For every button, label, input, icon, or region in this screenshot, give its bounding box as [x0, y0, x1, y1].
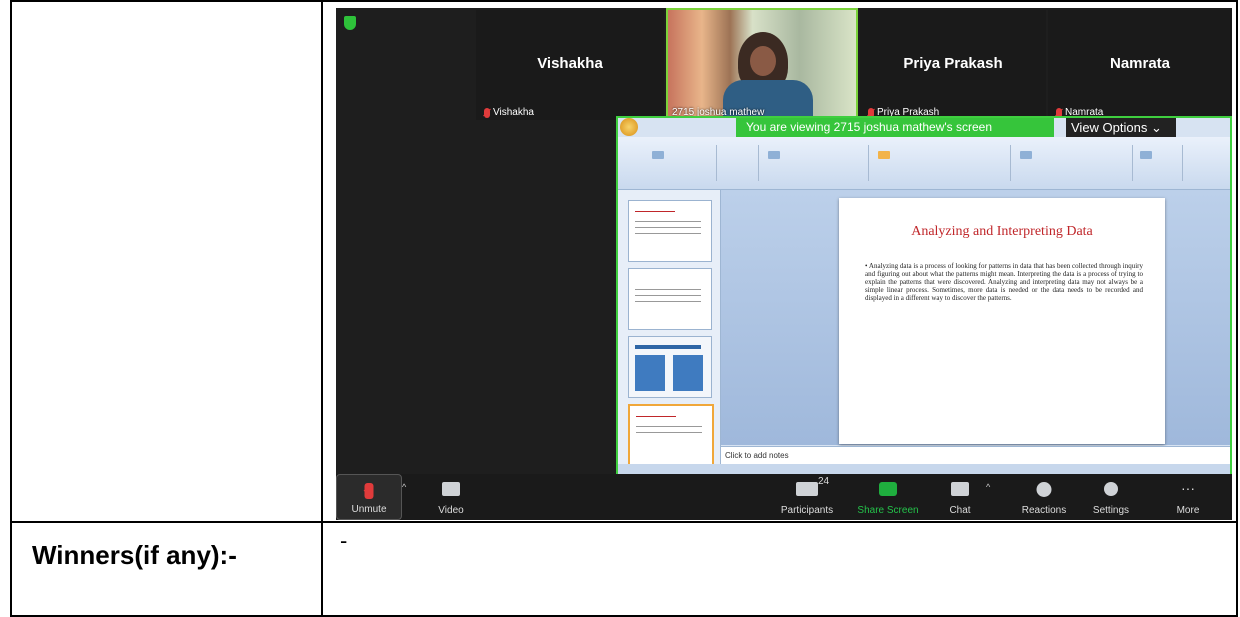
view-options-button[interactable]: View Options ⌄ [1066, 118, 1176, 137]
participants-count: 24 [818, 476, 830, 487]
security-shield-icon [344, 16, 356, 30]
current-slide[interactable]: Analyzing and Interpreting Data • Analyz… [839, 198, 1165, 444]
share-screen-label: Share Screen [857, 505, 919, 516]
paste-icon [652, 151, 664, 159]
settings-button[interactable]: Settings [1086, 474, 1136, 520]
reactions-icon [1036, 482, 1052, 497]
slide-title: Analyzing and Interpreting Data [911, 224, 1093, 239]
powerpoint-ribbon [618, 137, 1230, 190]
share-screen-button[interactable]: Share Screen [852, 474, 924, 520]
font-icon [768, 151, 780, 159]
video-label: Video [438, 505, 464, 516]
more-label: More [1176, 505, 1200, 516]
participant-tag: Vishakha [484, 107, 534, 118]
table-border-divider [321, 0, 323, 617]
participant-name: Vishakha [537, 55, 603, 72]
muted-mic-icon [484, 107, 490, 118]
shared-screen: You are viewing 2715 joshua mathew's scr… [616, 116, 1232, 481]
settings-label: Settings [1092, 505, 1130, 516]
chat-options-caret-icon[interactable]: ^ [986, 482, 990, 492]
shapes-icon [1020, 151, 1032, 159]
unmute-label: Unmute [351, 504, 387, 515]
ribbon-group-paragraph [870, 145, 1011, 181]
slide-thumbnail[interactable] [628, 200, 712, 262]
gear-icon [1104, 482, 1118, 496]
meeting-toolbar: Unmute ^ Video 24 Participants Share Scr… [336, 474, 1232, 520]
ribbon-group-slides [718, 145, 759, 181]
active-speaker-video[interactable]: 2715 joshua mathew [666, 8, 858, 124]
notes-pane[interactable]: Click to add notes [721, 446, 1230, 464]
video-button[interactable]: Video [426, 474, 476, 520]
bullets-icon [878, 151, 890, 159]
participants-icon [796, 482, 818, 496]
slide-thumbnail[interactable] [628, 336, 712, 398]
muted-mic-icon [364, 483, 374, 502]
slide-thumbnails-pane [618, 190, 721, 475]
participant-name: Priya Prakash [903, 55, 1003, 72]
zoom-screenshot: Vishakha Vishakha 2715 joshua mathew Pri… [336, 8, 1232, 520]
more-button[interactable]: ··· More [1166, 474, 1210, 520]
participant-tile-vishakha[interactable]: Vishakha Vishakha [476, 10, 664, 120]
reactions-button[interactable]: Reactions [1016, 474, 1072, 520]
office-button-icon[interactable] [620, 118, 638, 136]
video-camera-icon [442, 482, 460, 496]
slide-canvas: Analyzing and Interpreting Data • Analyz… [721, 190, 1230, 445]
slide-body: • Analyzing data is a process of looking… [865, 262, 1143, 302]
find-icon [1140, 151, 1152, 159]
ellipsis-icon: ··· [1181, 480, 1195, 496]
chat-button[interactable]: Chat [940, 474, 980, 520]
audio-options-caret-icon[interactable]: ^ [402, 482, 406, 492]
participant-name: Namrata [1109, 55, 1171, 72]
share-screen-icon [879, 482, 897, 496]
reactions-label: Reactions [1021, 505, 1067, 516]
table-border-left [10, 0, 12, 617]
chat-icon [951, 482, 969, 496]
participant-tile-namrata[interactable]: Namrata Namrata [1048, 10, 1232, 120]
participants-button[interactable]: 24 Participants [774, 474, 840, 520]
participant-tile-priya[interactable]: Priya Prakash Priya Prakash [860, 10, 1046, 120]
participants-label: Participants [780, 505, 834, 516]
slide-thumbnail[interactable] [628, 268, 712, 330]
winners-value: - [340, 528, 348, 553]
slide-thumbnail-selected[interactable] [628, 404, 714, 468]
table-border-right [1236, 0, 1238, 617]
winners-label: Winners(if any):- [32, 540, 237, 570]
viewing-banner: You are viewing 2715 joshua mathew's scr… [736, 118, 1054, 137]
table-border-top [10, 0, 1238, 2]
chat-label: Chat [949, 505, 971, 516]
unmute-button[interactable]: Unmute [336, 474, 402, 520]
table-border-middle [10, 521, 1238, 523]
